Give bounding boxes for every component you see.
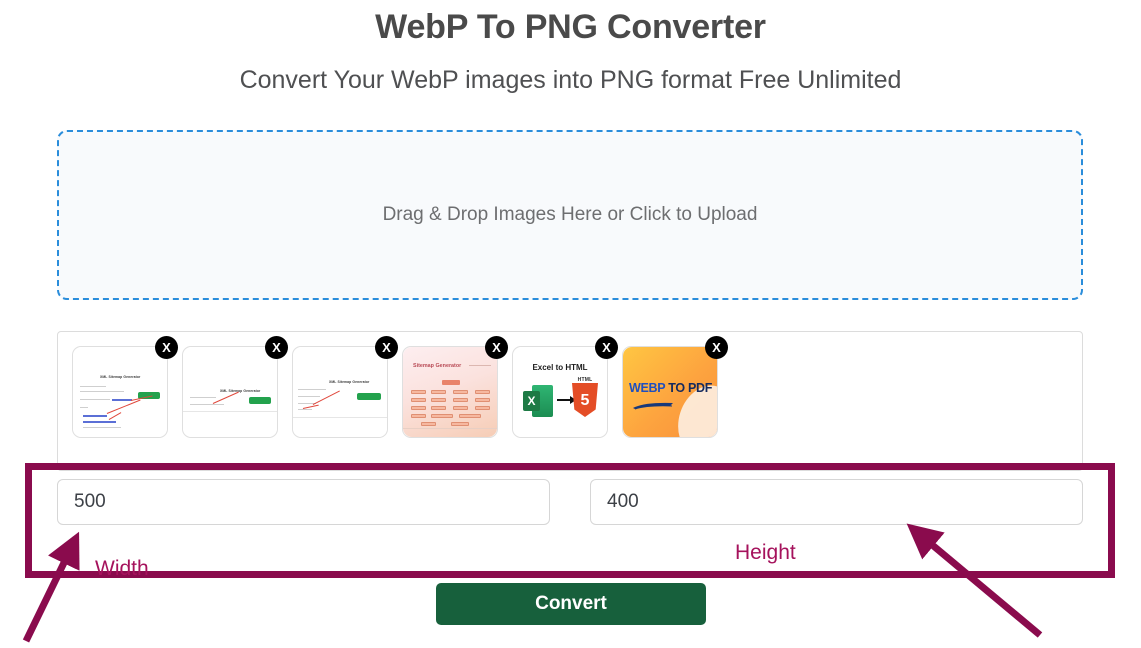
html5-version: 5 xyxy=(580,392,590,409)
swoosh-icon xyxy=(633,402,673,410)
width-input[interactable]: 500 xyxy=(57,479,550,525)
remove-thumbnail-button[interactable]: X xyxy=(155,336,178,359)
dropzone-label: Drag & Drop Images Here or Click to Uplo… xyxy=(382,204,758,225)
webp-to-pdf-preview-icon: WEBP TO PDF xyxy=(623,347,717,437)
thumbnail-panel: XML Sitemap Generator X XML Sitemap Gene… xyxy=(57,331,1083,471)
thumbnail-item[interactable]: Excel to HTML X HTML 5 X xyxy=(512,336,618,438)
remove-thumbnail-button[interactable]: X xyxy=(485,336,508,359)
annotation-height-label: Height xyxy=(735,541,796,564)
arrow-to-height xyxy=(906,523,1043,638)
excel-icon: X xyxy=(523,385,553,417)
sitemap-generator-preview-icon: Sitemap Generator xyxy=(403,347,497,437)
remove-thumbnail-button[interactable]: X xyxy=(705,336,728,359)
thumbnail-item[interactable]: XML Sitemap Generator X xyxy=(182,336,288,438)
to-pdf-word: TO PDF xyxy=(665,381,713,395)
excel-glyph: X xyxy=(523,391,540,411)
remove-thumbnail-button[interactable]: X xyxy=(595,336,618,359)
thumbnail-preview: XML Sitemap Generator xyxy=(183,347,277,437)
thumbnail-list: XML Sitemap Generator X XML Sitemap Gene… xyxy=(72,336,1082,438)
webp-word: WEBP xyxy=(629,381,666,395)
remove-thumbnail-button[interactable]: X xyxy=(265,336,288,359)
html5-label: HTML xyxy=(577,377,593,383)
excel-to-html-title: Excel to HTML xyxy=(532,363,588,372)
height-input[interactable]: 400 xyxy=(590,479,1083,525)
thumbnail-item[interactable]: XML Sitemap Generator X xyxy=(72,336,178,438)
size-options-row: 500 400 xyxy=(57,479,1083,525)
thumbnail-item[interactable]: Sitemap Generator X xyxy=(402,336,508,438)
annotation-arrows xyxy=(22,523,1043,643)
annotation-overlay: Width Height xyxy=(0,0,1141,648)
sitemap-preview-title: Sitemap Generator xyxy=(413,363,462,369)
document-preview-icon: XML Sitemap Generator xyxy=(73,347,167,437)
document-preview-icon: XML Sitemap Generator xyxy=(183,347,277,437)
thumbnail-preview: XML Sitemap Generator xyxy=(73,347,167,437)
webp-to-pdf-title: WEBP TO PDF xyxy=(629,381,712,395)
remove-thumbnail-button[interactable]: X xyxy=(375,336,398,359)
page-title: WebP To PNG Converter xyxy=(375,8,766,46)
thumbnail-preview: Excel to HTML X HTML 5 xyxy=(513,347,607,437)
thumbnail-preview: XML Sitemap Generator xyxy=(293,347,387,437)
thumbnail-item[interactable]: WEBP TO PDF X xyxy=(622,336,728,438)
page-subtitle: Convert Your WebP images into PNG format… xyxy=(239,66,902,94)
arrow-to-width xyxy=(22,531,80,643)
upload-dropzone[interactable]: Drag & Drop Images Here or Click to Uplo… xyxy=(57,130,1083,300)
annotation-width-label: Width xyxy=(95,557,149,580)
thumbnail-item[interactable]: XML Sitemap Generator X xyxy=(292,336,398,438)
thumbnail-preview: Sitemap Generator xyxy=(403,347,497,437)
document-preview-icon: XML Sitemap Generator xyxy=(293,347,387,437)
excel-to-html-preview-icon: Excel to HTML X HTML 5 xyxy=(513,347,607,437)
page-root: WebP To PNG Converter Convert Your WebP … xyxy=(0,0,1141,648)
convert-button[interactable]: Convert xyxy=(436,583,706,625)
html5-icon: HTML 5 xyxy=(572,377,598,417)
thumbnail-preview: WEBP TO PDF xyxy=(623,347,717,437)
